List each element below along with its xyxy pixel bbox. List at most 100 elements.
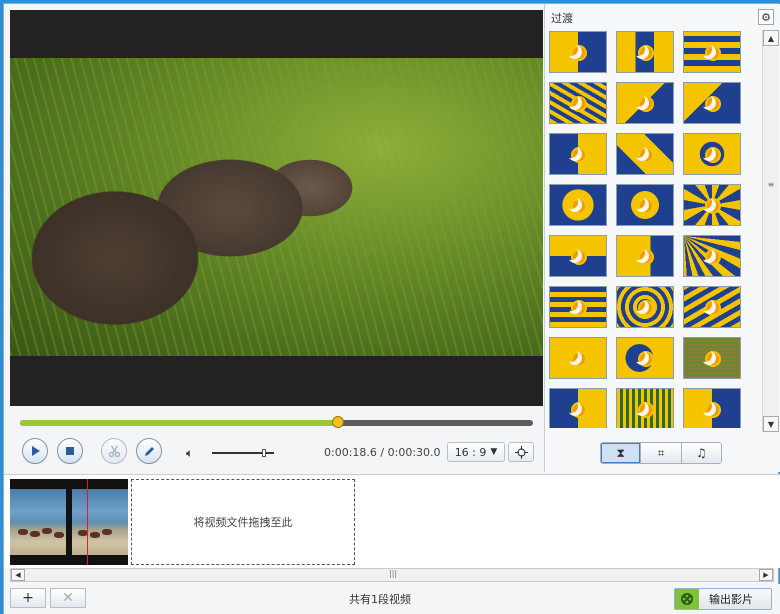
- transition-thumbnail[interactable]: [616, 31, 674, 73]
- plus-icon: +: [22, 590, 34, 606]
- tab-crop[interactable]: ⌗: [641, 443, 682, 463]
- transition-thumbnail[interactable]: [616, 388, 674, 428]
- transition-thumbnail[interactable]: [616, 235, 674, 277]
- clip-frame: [72, 489, 128, 555]
- transition-thumbnail[interactable]: [616, 184, 674, 226]
- timeline-playhead[interactable]: [87, 479, 88, 565]
- settings-button[interactable]: ⚙: [758, 9, 774, 25]
- aspect-ratio-dropdown[interactable]: 16 : 9 ▼: [447, 442, 505, 462]
- fit-screen-button[interactable]: [508, 442, 534, 462]
- drop-zone[interactable]: 将视频文件拖拽至此: [131, 479, 355, 565]
- tab-music[interactable]: ♫: [681, 443, 721, 463]
- seek-bar-handle[interactable]: [332, 416, 345, 428]
- film-reel-icon: [675, 589, 699, 609]
- scroll-down-button[interactable]: ▼: [763, 416, 779, 432]
- transition-thumbnail[interactable]: [549, 235, 607, 277]
- preview-frame-image: [10, 58, 543, 356]
- moon-icon: [564, 144, 578, 158]
- arrow-left-icon: ◀: [15, 571, 21, 579]
- transition-thumbnail[interactable]: [549, 133, 607, 175]
- seek-bar[interactable]: [20, 416, 533, 428]
- transition-thumbnail[interactable]: [616, 82, 674, 124]
- transition-panel: 过渡 ⚙ ▲ ≡ ▼ ⧗ ⌗ ♫: [544, 4, 780, 472]
- scissors-icon: [108, 445, 120, 457]
- transition-thumbnail[interactable]: [549, 184, 607, 226]
- scroll-up-button[interactable]: ▲: [763, 30, 779, 46]
- moon-icon: [698, 42, 712, 56]
- stop-button[interactable]: [57, 438, 83, 464]
- stop-icon: [66, 447, 74, 455]
- time-separator: /: [380, 446, 385, 459]
- transition-thumbnail[interactable]: [616, 286, 674, 328]
- moon-icon: [564, 348, 578, 362]
- video-clip-thumbnail[interactable]: [10, 479, 128, 565]
- moon-icon: [631, 348, 645, 362]
- close-icon: ✕: [62, 590, 74, 606]
- transition-thumbnail[interactable]: [616, 337, 674, 379]
- scroll-left-button[interactable]: ◀: [11, 569, 25, 581]
- transition-thumbnail[interactable]: [683, 82, 741, 124]
- timeline-scrollbar[interactable]: ◀ ||| ▶: [10, 568, 774, 582]
- transition-thumbnail[interactable]: [549, 286, 607, 328]
- moon-icon: [631, 195, 645, 209]
- scroll-grip[interactable]: |||: [389, 569, 397, 578]
- crop-icon: ⌗: [657, 445, 665, 460]
- remove-button[interactable]: ✕: [50, 588, 86, 608]
- time-total: 0:00:30.0: [387, 446, 441, 459]
- arrow-down-icon: ▼: [767, 419, 775, 429]
- transition-thumbnail[interactable]: [549, 388, 607, 428]
- video-preview: [10, 10, 543, 406]
- moon-icon: [564, 297, 578, 311]
- edit-button[interactable]: [136, 438, 162, 464]
- pencil-icon: [144, 446, 154, 456]
- transition-thumbnail[interactable]: [683, 388, 741, 428]
- moon-icon: [631, 297, 645, 311]
- moon-icon: [631, 399, 645, 413]
- transition-thumbnail[interactable]: [683, 133, 741, 175]
- clip-count-text: 共有1段视频: [349, 593, 411, 606]
- arrow-up-icon: ▲: [767, 33, 775, 43]
- transition-thumbnail[interactable]: [549, 82, 607, 124]
- transition-grid: [547, 28, 760, 428]
- scroll-thumb[interactable]: ≡: [766, 180, 776, 190]
- app-window: 🔈︎ 0:00:18.6 / 0:00:30.0 16 : 9 ▼ 过渡 ⚙ ▲…: [3, 3, 780, 614]
- moon-icon: [698, 399, 712, 413]
- bottom-bar: + ✕ 共有1段视频 输出影片: [4, 584, 780, 614]
- moon-icon: [698, 348, 712, 362]
- scroll-right-button[interactable]: ▶: [759, 569, 773, 581]
- transition-thumbnail[interactable]: [549, 337, 607, 379]
- moon-icon: [698, 297, 712, 311]
- clip-frame: [10, 489, 66, 555]
- transition-thumbnail[interactable]: [683, 31, 741, 73]
- moon-icon: [698, 93, 712, 107]
- play-button[interactable]: [22, 438, 48, 464]
- moon-icon: [631, 144, 645, 158]
- moon-icon: [698, 144, 712, 158]
- seek-bar-fill: [20, 420, 339, 426]
- volume-icon[interactable]: 🔈︎: [186, 446, 193, 461]
- volume-slider[interactable]: [212, 449, 274, 457]
- transition-scrollbar[interactable]: ▲ ≡ ▼: [762, 30, 779, 432]
- player-controls: 🔈︎ 0:00:18.6 / 0:00:30.0 16 : 9 ▼: [10, 408, 543, 472]
- export-button[interactable]: 输出影片: [674, 588, 772, 610]
- moon-icon: [698, 195, 712, 209]
- drop-zone-hint: 将视频文件拖拽至此: [193, 516, 293, 529]
- transition-grid-viewport: [547, 28, 760, 428]
- add-button[interactable]: +: [10, 588, 46, 608]
- chevron-down-icon: ▼: [490, 447, 498, 457]
- moon-icon: [564, 399, 578, 413]
- split-button[interactable]: [101, 438, 127, 464]
- transition-thumbnail[interactable]: [616, 133, 674, 175]
- moon-icon: [631, 42, 645, 56]
- transition-thumbnail[interactable]: [683, 184, 741, 226]
- transition-thumbnail[interactable]: [683, 286, 741, 328]
- transition-thumbnail[interactable]: [683, 235, 741, 277]
- time-display: 0:00:18.6 / 0:00:30.0: [324, 446, 441, 459]
- transition-icon: ⧗: [616, 445, 625, 460]
- export-label: 输出影片: [709, 593, 753, 606]
- transition-thumbnail[interactable]: [683, 337, 741, 379]
- volume-slider-handle[interactable]: [262, 449, 267, 457]
- tab-transitions[interactable]: ⧗: [601, 443, 642, 463]
- transition-thumbnail[interactable]: [549, 31, 607, 73]
- moon-icon: [564, 246, 578, 260]
